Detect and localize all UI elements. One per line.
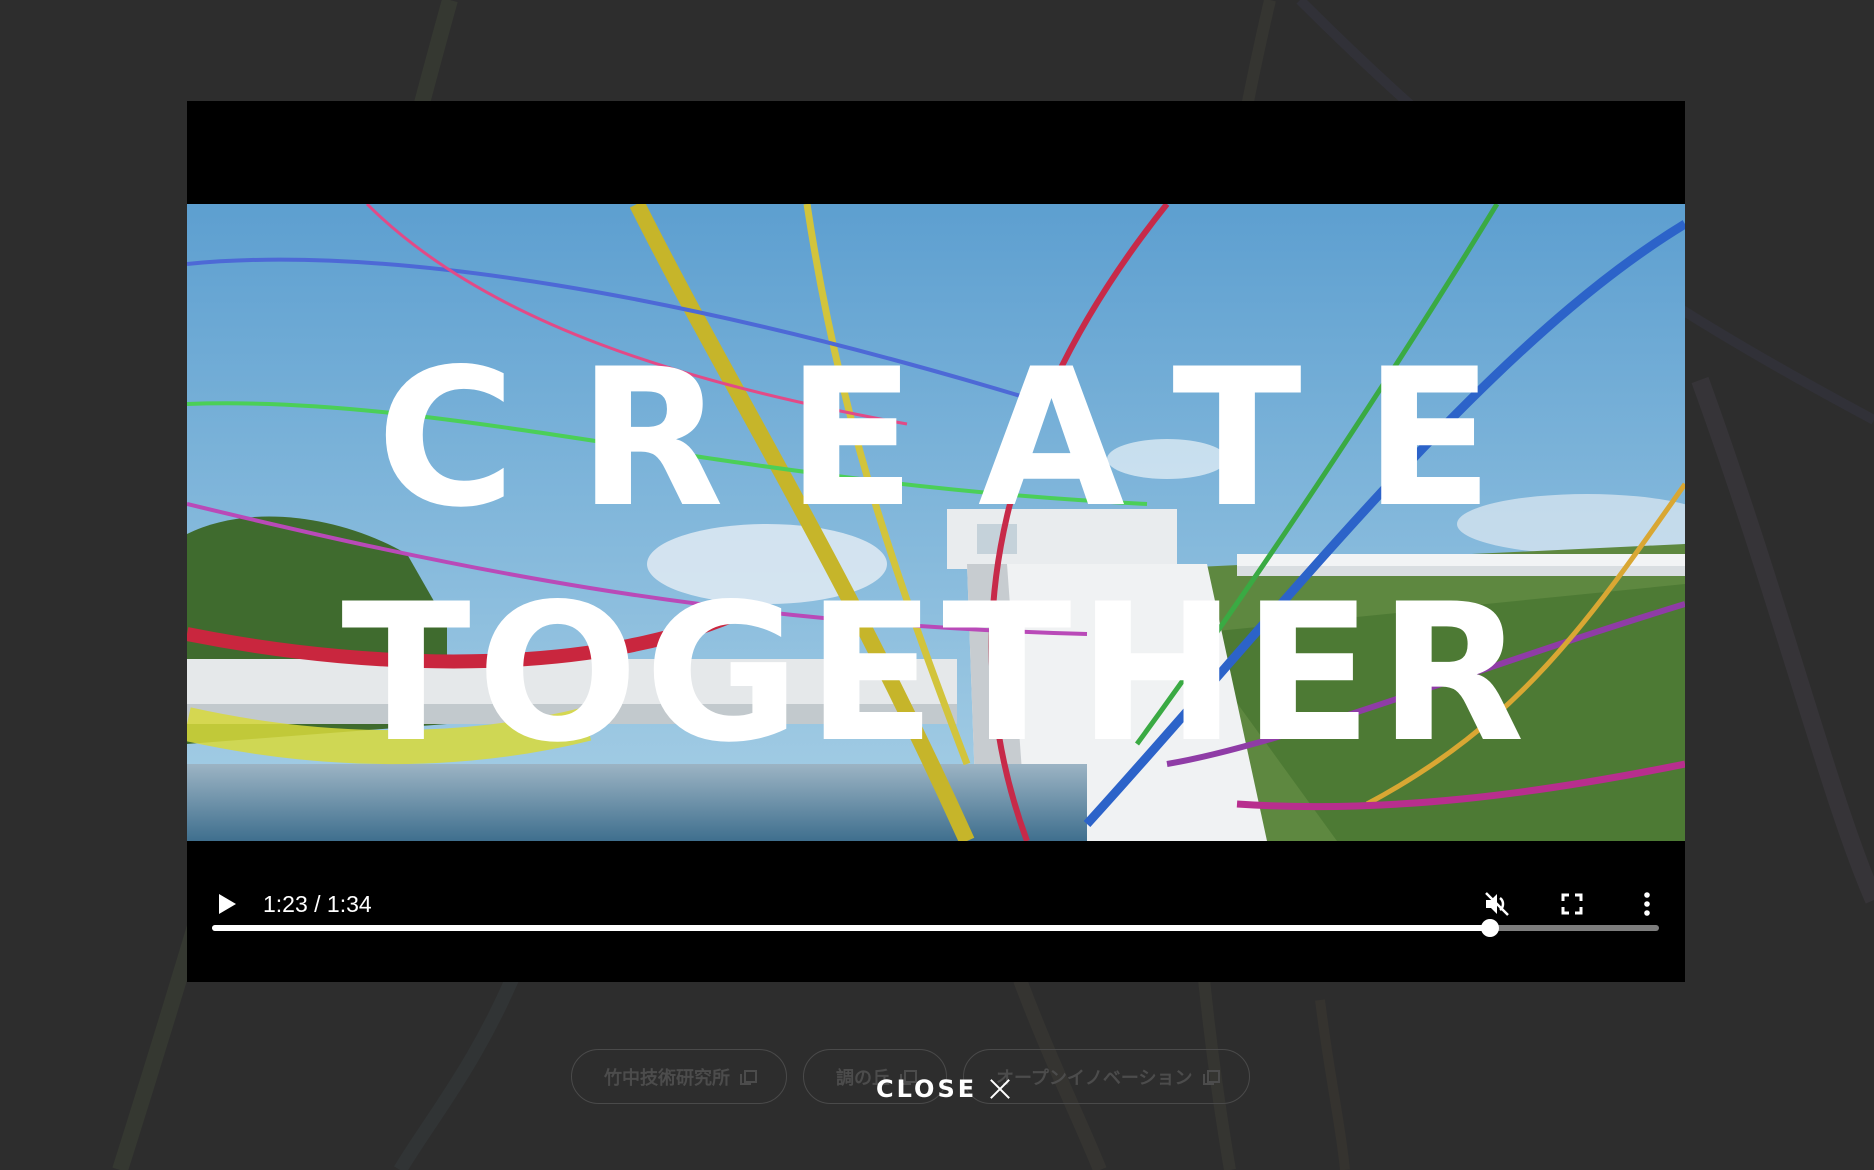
video-headline-line-2: TOGETHER <box>341 563 1531 784</box>
close-button[interactable]: CLOSE <box>876 1072 1013 1106</box>
external-link-icon <box>1202 1069 1220 1085</box>
link-takenaka-research: 竹中技術研究所 <box>571 1049 787 1104</box>
progress-fill <box>212 925 1490 931</box>
fullscreen-icon[interactable] <box>1557 889 1587 919</box>
volume-muted-icon[interactable] <box>1482 889 1512 919</box>
progress-bar[interactable] <box>212 919 1659 937</box>
progress-thumb[interactable] <box>1480 919 1499 937</box>
link-label: オープンイノベーション <box>996 1067 1193 1089</box>
time-display: 1:23 / 1:34 <box>263 891 372 917</box>
link-label: 竹中技術研究所 <box>604 1067 730 1089</box>
video-frame[interactable]: CREATE TOGETHER <box>187 204 1685 841</box>
close-label: CLOSE <box>876 1075 978 1103</box>
external-link-icon <box>740 1069 757 1085</box>
play-icon[interactable] <box>211 889 241 919</box>
more-vertical-icon[interactable] <box>1632 889 1662 919</box>
video-headline-line-1: CREATE <box>376 328 1556 549</box>
video-controls: 1:23 / 1:34 <box>187 881 1685 982</box>
video-player[interactable]: CREATE TOGETHER 1:23 / 1:34 <box>187 101 1685 982</box>
page: 竹中技術研究所 調の丘 オープンイノベーション CREATE TOGETHER … <box>0 0 1874 1170</box>
close-icon <box>987 1076 1013 1102</box>
